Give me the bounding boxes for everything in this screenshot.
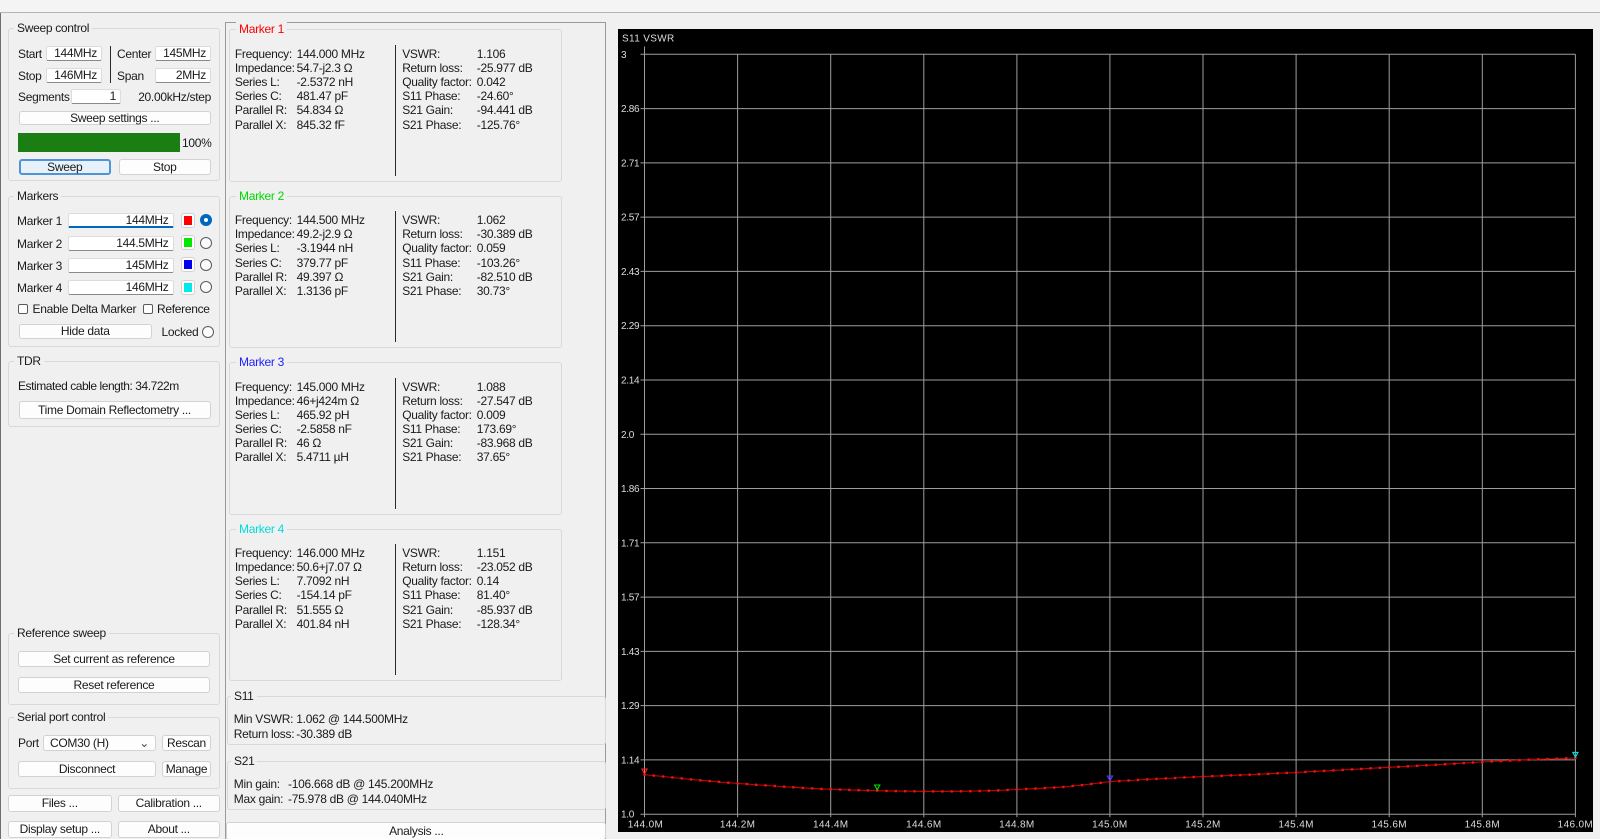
svg-text:144.2M: 144.2M xyxy=(720,820,755,831)
svg-text:1.43: 1.43 xyxy=(621,647,640,658)
svg-text:1.0: 1.0 xyxy=(621,810,635,821)
svg-text:1.86: 1.86 xyxy=(621,484,640,495)
svg-text:2.14: 2.14 xyxy=(621,376,640,387)
svg-text:146.0M: 146.0M xyxy=(1558,820,1593,831)
svg-text:145.6M: 145.6M xyxy=(1371,820,1406,831)
svg-text:144.4M: 144.4M xyxy=(813,820,848,831)
svg-text:144.8M: 144.8M xyxy=(999,820,1034,831)
svg-text:145.4M: 145.4M xyxy=(1278,820,1313,831)
svg-text:1.71: 1.71 xyxy=(621,538,640,549)
svg-text:2.57: 2.57 xyxy=(621,213,640,224)
svg-text:2.86: 2.86 xyxy=(621,104,640,115)
svg-text:145.8M: 145.8M xyxy=(1465,820,1500,831)
svg-text:3: 3 xyxy=(621,50,627,61)
svg-text:145.0M: 145.0M xyxy=(1092,820,1127,831)
svg-text:1.57: 1.57 xyxy=(621,593,640,604)
svg-text:2.0: 2.0 xyxy=(621,430,635,441)
svg-text:2.43: 2.43 xyxy=(621,267,640,278)
svg-text:144.0M: 144.0M xyxy=(628,820,663,831)
svg-text:2.29: 2.29 xyxy=(621,321,640,332)
svg-text:1.14: 1.14 xyxy=(621,755,640,766)
svg-text:145.2M: 145.2M xyxy=(1185,820,1220,831)
svg-text:1.29: 1.29 xyxy=(621,701,640,712)
svg-text:S11 VSWR: S11 VSWR xyxy=(622,34,675,45)
svg-text:144.6M: 144.6M xyxy=(906,820,941,831)
svg-text:2.71: 2.71 xyxy=(621,158,640,169)
